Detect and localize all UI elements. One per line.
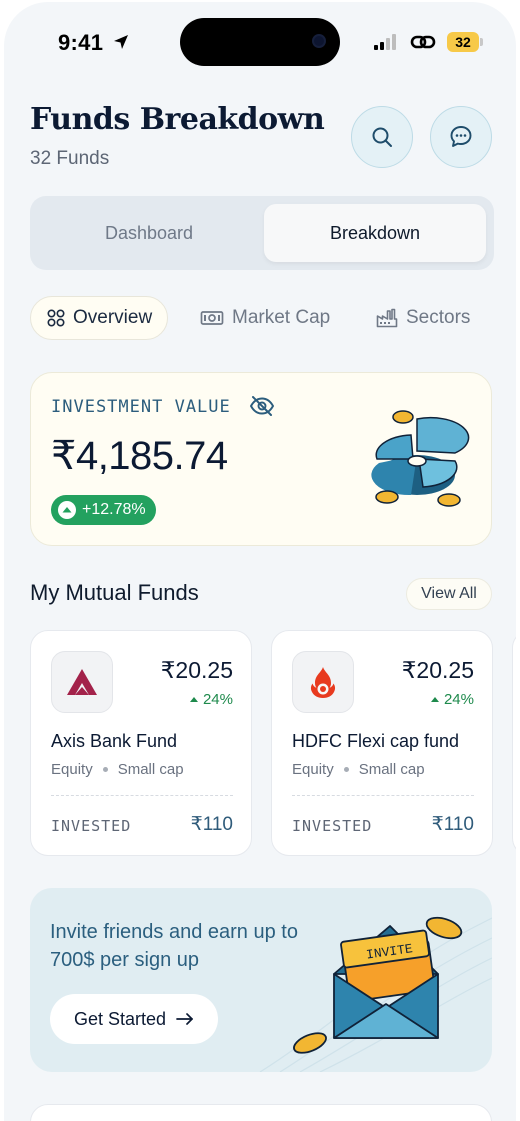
invite-envelope-illustration: INVITE xyxy=(293,916,463,1054)
fund-category: Equity xyxy=(292,761,334,778)
fund-change: 24% xyxy=(189,691,233,708)
section-title-mutual-funds: My Mutual Funds xyxy=(30,580,199,605)
fund-price: ₹20.25 xyxy=(401,657,474,683)
location-arrow-icon xyxy=(114,35,128,49)
fund-meta: Equity Small cap xyxy=(292,761,425,778)
eye-off-icon[interactable] xyxy=(249,395,275,417)
triangle-up-icon xyxy=(430,697,439,702)
fund-change-value: 24% xyxy=(443,691,474,708)
fund-name: HDFC Flexi cap fund xyxy=(292,731,460,751)
triangle-up-icon xyxy=(189,697,198,702)
invested-value: ₹110 xyxy=(431,814,474,835)
banknote-icon xyxy=(200,311,224,325)
battery-cap xyxy=(480,38,483,46)
fund-price: ₹20.25 xyxy=(160,657,233,683)
fund-meta: Equity Small cap xyxy=(51,761,184,778)
investment-value-card: INVESTMENT VALUE ₹4,185.74 +12.78% xyxy=(30,372,492,546)
axis-bank-logo xyxy=(51,651,113,713)
invested-label: INVESTED xyxy=(292,817,373,835)
search-icon xyxy=(372,127,392,147)
hdfc-logo xyxy=(292,651,354,713)
pie-chart-coins-illustration xyxy=(371,410,470,507)
fund-change: 24% xyxy=(430,691,474,708)
flame-logo-icon xyxy=(310,667,336,698)
status-bar: 9:41 32 xyxy=(4,2,516,82)
chip-overview[interactable]: Overview xyxy=(30,296,168,340)
arrow-right-icon xyxy=(176,1013,193,1025)
chat-bubble-icon xyxy=(450,126,472,147)
battery-icon: 32 xyxy=(447,32,483,52)
link-icon xyxy=(410,35,436,49)
arrow-up-circle-icon xyxy=(58,501,76,519)
search-button[interactable] xyxy=(351,106,413,168)
fund-category: Equity xyxy=(51,761,93,778)
fund-card-peek[interactable] xyxy=(512,630,516,856)
status-time: 9:41 xyxy=(58,30,104,55)
fund-name: Axis Bank Fund xyxy=(51,731,178,751)
get-started-label: Get Started xyxy=(73,1008,167,1029)
chip-market-cap-label: Market Cap xyxy=(232,307,331,328)
fund-card-hdfc[interactable]: ₹20.25 24% HDFC Flexi cap fund Equity Sm… xyxy=(271,630,493,856)
invested-label: INVESTED xyxy=(51,817,132,835)
fund-cap: Small cap xyxy=(358,761,425,778)
fund-card-axis[interactable]: ₹20.25 24% Axis Bank Fund Equity Small c… xyxy=(30,630,252,856)
fund-cap: Small cap xyxy=(117,761,184,778)
separator-dot xyxy=(102,767,108,772)
cellular-signal-icon xyxy=(374,34,396,50)
grid-icon xyxy=(47,309,65,327)
gain-badge: +12.78% xyxy=(51,495,156,525)
view-switcher: Dashboard Breakdown xyxy=(30,196,494,270)
divider xyxy=(292,795,474,796)
phone-screen: 9:41 32 Funds Breakdown 32 Funds Dashboa… xyxy=(4,2,516,1121)
next-section-card xyxy=(30,1104,492,1121)
fund-change-value: 24% xyxy=(202,691,233,708)
chip-overview-label: Overview xyxy=(73,307,153,328)
tab-dashboard[interactable]: Dashboard xyxy=(38,204,260,262)
chip-sectors-label: Sectors xyxy=(406,307,471,328)
view-all-button[interactable]: View All xyxy=(406,578,492,610)
camera-icon xyxy=(312,34,326,48)
invite-text: Invite friends and earn up to 700$ per s… xyxy=(50,921,298,971)
investment-value: ₹4,185.74 xyxy=(51,434,228,478)
gain-percentage: +12.78% xyxy=(82,501,146,518)
dynamic-island xyxy=(180,18,340,66)
battery-level: 32 xyxy=(447,32,479,52)
axis-logo-icon xyxy=(67,669,97,695)
page-title: Funds Breakdown xyxy=(30,102,325,137)
factory-icon xyxy=(376,308,398,328)
chat-button[interactable] xyxy=(430,106,492,168)
separator-dot xyxy=(343,767,349,772)
investment-label: INVESTMENT VALUE xyxy=(51,397,231,417)
get-started-button[interactable]: Get Started xyxy=(50,994,218,1044)
funds-count: 32 Funds xyxy=(30,148,110,169)
invite-banner: Invite friends and earn up to 700$ per s… xyxy=(30,888,492,1072)
invested-value: ₹110 xyxy=(190,814,233,835)
tab-breakdown[interactable]: Breakdown xyxy=(264,204,486,262)
chip-market-cap[interactable]: Market Cap xyxy=(200,296,330,340)
chip-sectors[interactable]: Sectors xyxy=(376,296,470,340)
divider xyxy=(51,795,233,796)
